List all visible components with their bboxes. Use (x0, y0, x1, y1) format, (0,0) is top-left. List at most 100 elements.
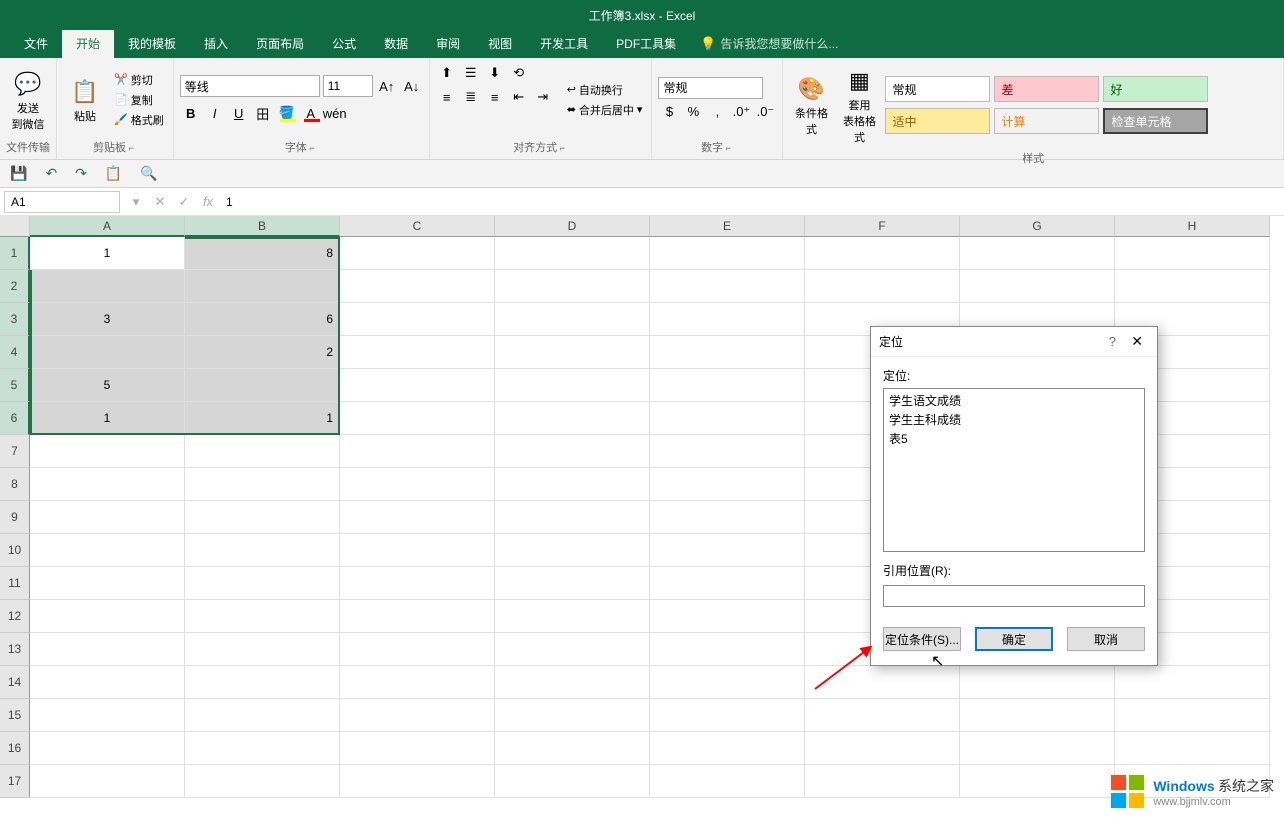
align-center-button[interactable]: ≣ (460, 86, 482, 108)
cell-E15[interactable] (650, 699, 805, 732)
font-launcher[interactable]: ⌐ (307, 143, 318, 153)
indent-inc-button[interactable]: ⇥ (532, 86, 554, 108)
cell-B8[interactable] (185, 468, 340, 501)
row-header-13[interactable]: 13 (0, 633, 30, 666)
cell-E4[interactable] (650, 336, 805, 369)
style-normal[interactable]: 常规 (885, 76, 990, 102)
cell-C5[interactable] (340, 369, 495, 402)
cell-G2[interactable] (960, 270, 1115, 303)
cell-B7[interactable] (185, 435, 340, 468)
cell-F1[interactable] (805, 237, 960, 270)
formula-input[interactable] (220, 191, 1284, 213)
cell-B9[interactable] (185, 501, 340, 534)
cell-D5[interactable] (495, 369, 650, 402)
number-launcher[interactable]: ⌐ (723, 143, 734, 153)
cell-D8[interactable] (495, 468, 650, 501)
cell-B17[interactable] (185, 765, 340, 798)
cell-H14[interactable] (1115, 666, 1270, 699)
number-format-select[interactable] (658, 77, 763, 99)
tab-pagelayout[interactable]: 页面布局 (242, 29, 318, 58)
enter-formula-button[interactable]: ✓ (172, 194, 196, 210)
col-header-F[interactable]: F (805, 216, 960, 237)
cell-F16[interactable] (805, 732, 960, 765)
align-right-button[interactable]: ≡ (484, 86, 506, 108)
comma-button[interactable]: , (706, 101, 728, 123)
row-header-1[interactable]: 1 (0, 237, 30, 270)
cell-A8[interactable] (30, 468, 185, 501)
cell-D14[interactable] (495, 666, 650, 699)
cell-A12[interactable] (30, 600, 185, 633)
tab-review[interactable]: 审阅 (422, 29, 474, 58)
row-header-5[interactable]: 5 (0, 369, 30, 402)
cell-B10[interactable] (185, 534, 340, 567)
cell-B13[interactable] (185, 633, 340, 666)
cell-A4[interactable] (30, 336, 185, 369)
cell-A6[interactable]: 1 (30, 402, 185, 435)
tab-pdf[interactable]: PDF工具集 (602, 29, 690, 58)
underline-button[interactable]: U (228, 102, 250, 124)
cell-A2[interactable] (30, 270, 185, 303)
border-button[interactable]: 田 (252, 102, 274, 124)
cell-C10[interactable] (340, 534, 495, 567)
row-header-17[interactable]: 17 (0, 765, 30, 798)
cell-E17[interactable] (650, 765, 805, 798)
cell-F2[interactable] (805, 270, 960, 303)
cell-C7[interactable] (340, 435, 495, 468)
col-header-H[interactable]: H (1115, 216, 1270, 237)
cell-D12[interactable] (495, 600, 650, 633)
cell-A16[interactable] (30, 732, 185, 765)
bold-button[interactable]: B (180, 102, 202, 124)
cell-A14[interactable] (30, 666, 185, 699)
decrease-decimal-button[interactable]: .0⁻ (754, 101, 776, 123)
tell-me-input[interactable]: 💡告诉我您想要做什么... (690, 29, 848, 58)
name-box[interactable] (4, 191, 120, 213)
row-header-9[interactable]: 9 (0, 501, 30, 534)
qat-btn-2[interactable]: 🔍 (140, 165, 157, 182)
tab-formulas[interactable]: 公式 (318, 29, 370, 58)
redo-button[interactable]: ↷ (75, 165, 87, 182)
cell-A5[interactable]: 5 (30, 369, 185, 402)
cell-D1[interactable] (495, 237, 650, 270)
cell-F17[interactable] (805, 765, 960, 798)
cell-C14[interactable] (340, 666, 495, 699)
cell-E2[interactable] (650, 270, 805, 303)
cell-G17[interactable] (960, 765, 1115, 798)
cell-D15[interactable] (495, 699, 650, 732)
cell-G16[interactable] (960, 732, 1115, 765)
col-header-D[interactable]: D (495, 216, 650, 237)
tab-developer[interactable]: 开发工具 (526, 29, 602, 58)
send-wechat-button[interactable]: 💬发送 到微信 (6, 62, 50, 137)
cell-C4[interactable] (340, 336, 495, 369)
cell-B5[interactable] (185, 369, 340, 402)
row-header-15[interactable]: 15 (0, 699, 30, 732)
row-header-14[interactable]: 14 (0, 666, 30, 699)
cell-A7[interactable] (30, 435, 185, 468)
cell-E9[interactable] (650, 501, 805, 534)
cell-H16[interactable] (1115, 732, 1270, 765)
cell-D16[interactable] (495, 732, 650, 765)
goto-item-0[interactable]: 学生语文成绩 (886, 391, 1142, 410)
font-name-select[interactable] (180, 75, 320, 97)
conditional-format-button[interactable]: 🎨条件格式 (789, 62, 833, 148)
cell-D7[interactable] (495, 435, 650, 468)
fx-button[interactable]: fx (196, 194, 220, 209)
align-middle-button[interactable]: ☰ (460, 62, 482, 84)
save-button[interactable]: 💾 (10, 165, 27, 182)
cell-E13[interactable] (650, 633, 805, 666)
cell-C16[interactable] (340, 732, 495, 765)
row-header-4[interactable]: 4 (0, 336, 30, 369)
tab-insert[interactable]: 插入 (190, 29, 242, 58)
cell-A13[interactable] (30, 633, 185, 666)
cell-D9[interactable] (495, 501, 650, 534)
col-header-G[interactable]: G (960, 216, 1115, 237)
style-good[interactable]: 好 (1103, 76, 1208, 102)
cell-H2[interactable] (1115, 270, 1270, 303)
cell-D13[interactable] (495, 633, 650, 666)
row-header-6[interactable]: 6 (0, 402, 30, 435)
cell-C17[interactable] (340, 765, 495, 798)
cell-B15[interactable] (185, 699, 340, 732)
cell-D4[interactable] (495, 336, 650, 369)
col-header-E[interactable]: E (650, 216, 805, 237)
cell-E16[interactable] (650, 732, 805, 765)
align-bottom-button[interactable]: ⬇ (484, 62, 506, 84)
